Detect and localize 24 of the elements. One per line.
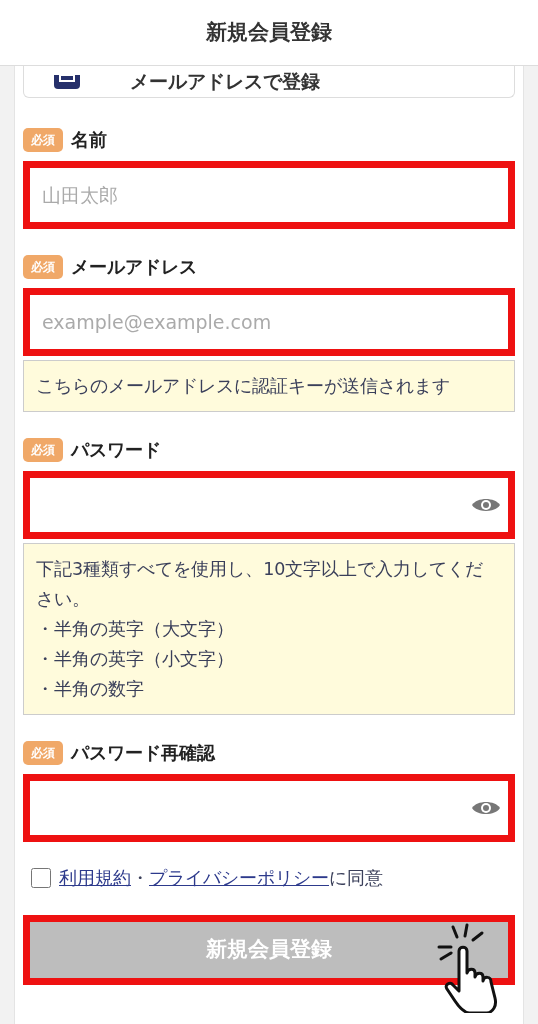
field-label: パスワード再確認 xyxy=(71,741,215,765)
email-field[interactable]: example@example.com xyxy=(23,288,515,356)
agreement-text: 利用規約・プライバシーポリシーに同意 xyxy=(59,866,383,890)
policy-link[interactable]: プライバシーポリシー xyxy=(149,867,329,888)
required-badge: 必須 xyxy=(23,740,63,765)
note-text: ・半角の英字（大文字） xyxy=(36,618,235,641)
required-badge: 必須 xyxy=(23,254,63,279)
note-text: ・半角の英字（小文字） xyxy=(36,648,235,671)
note-text: ・半角の数字 xyxy=(36,678,145,701)
email-signup-button[interactable]: メールアドレスで登録 xyxy=(23,66,515,98)
required-badge: 必須 xyxy=(23,127,63,152)
policy-link[interactable]: 利用規約 xyxy=(59,867,131,888)
agree-checkbox[interactable] xyxy=(31,867,51,888)
field-label: 名前 xyxy=(71,128,107,152)
password-field[interactable] xyxy=(23,774,515,842)
field-label: パスワード xyxy=(71,438,161,462)
note-text: こちらのメールアドレスに認証キーが送信されます xyxy=(36,375,451,398)
mail-icon xyxy=(54,74,80,89)
required-badge: 必須 xyxy=(23,437,63,462)
note-text: 下記3種類すべてを使用し、10文字以上で入力してください。 xyxy=(36,558,484,611)
password-field[interactable] xyxy=(23,471,515,539)
field-label: メールアドレス xyxy=(71,255,197,279)
page-title: 新規会員登録 xyxy=(206,18,332,46)
name-field[interactable]: 山田太郎 xyxy=(23,161,515,229)
